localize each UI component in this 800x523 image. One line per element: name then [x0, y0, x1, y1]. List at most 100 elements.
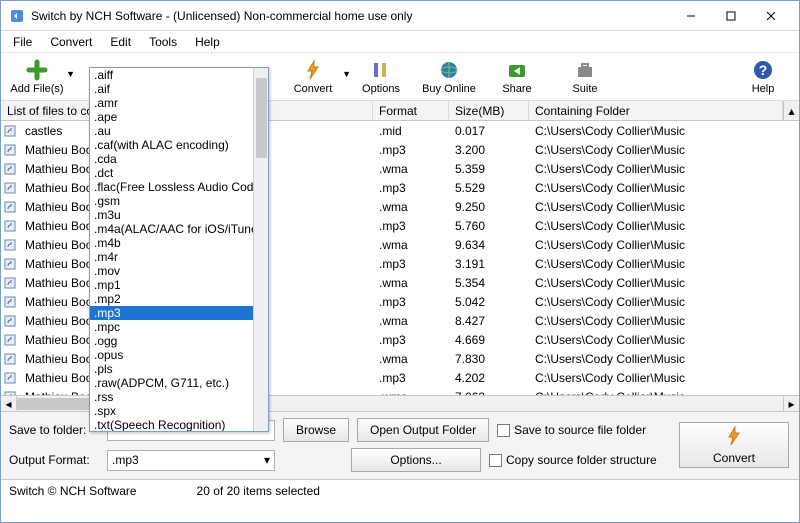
open-output-button[interactable]: Open Output Folder: [357, 418, 489, 442]
cell-format: .mid: [373, 124, 449, 138]
add-files-button[interactable]: Add File(s) ▼: [7, 55, 67, 99]
maximize-button[interactable]: [711, 2, 751, 30]
minimize-button[interactable]: [671, 2, 711, 30]
format-option[interactable]: .mp1: [90, 278, 268, 292]
menu-tools[interactable]: Tools: [141, 33, 185, 51]
output-format-select[interactable]: .mp3 ▾: [107, 450, 275, 471]
cell-folder: C:\Users\Cody Collier\Music: [529, 333, 799, 347]
format-option[interactable]: .caf(with ALAC encoding): [90, 138, 268, 152]
plus-icon: [26, 58, 48, 82]
format-option[interactable]: .mp2: [90, 292, 268, 306]
audio-file-icon: [1, 201, 19, 213]
status-bar: Switch © NCH Software 20 of 20 items sel…: [1, 479, 799, 501]
scroll-thumb[interactable]: [256, 78, 267, 158]
suite-button[interactable]: Suite: [555, 55, 615, 99]
cell-format: .mp3: [373, 257, 449, 271]
audio-file-icon: [1, 296, 19, 308]
cell-size: 8.427: [449, 314, 529, 328]
close-button[interactable]: [751, 2, 791, 30]
save-source-checkbox[interactable]: Save to source file folder: [497, 423, 646, 437]
scroll-up-button[interactable]: ▴: [783, 101, 799, 120]
format-option[interactable]: .ape: [90, 110, 268, 124]
encoder-options-button[interactable]: Options...: [351, 448, 481, 472]
format-option[interactable]: .amr: [90, 96, 268, 110]
convert-button[interactable]: Convert ▼: [283, 55, 343, 99]
cell-format: .wma: [373, 238, 449, 252]
cell-size: 5.760: [449, 219, 529, 233]
menu-help[interactable]: Help: [187, 33, 228, 51]
titlebar: Switch by NCH Software - (Unlicensed) No…: [1, 1, 799, 31]
dropdown-arrow-icon[interactable]: ▼: [66, 69, 75, 79]
cell-size: 5.042: [449, 295, 529, 309]
column-size[interactable]: Size(MB): [449, 101, 529, 120]
menu-convert[interactable]: Convert: [42, 33, 100, 51]
format-option[interactable]: .txt(Speech Recognition): [90, 418, 268, 432]
format-option[interactable]: .rss: [90, 390, 268, 404]
cell-format: .wma: [373, 314, 449, 328]
options-button[interactable]: Options: [351, 55, 411, 99]
cell-size: 9.250: [449, 200, 529, 214]
status-selection: 20 of 20 items selected: [197, 484, 320, 498]
format-option[interactable]: .spx: [90, 404, 268, 418]
dropdown-scrollbar[interactable]: [253, 68, 268, 431]
lightning-icon: [302, 58, 324, 82]
format-option[interactable]: .raw(ADPCM, G711, etc.): [90, 376, 268, 390]
menu-file[interactable]: File: [5, 33, 40, 51]
convert-main-button[interactable]: Convert: [679, 422, 789, 468]
browse-button[interactable]: Browse: [283, 418, 349, 442]
cell-folder: C:\Users\Cody Collier\Music: [529, 257, 799, 271]
format-option[interactable]: .dct: [90, 166, 268, 180]
cell-format: .mp3: [373, 295, 449, 309]
cell-size: 3.191: [449, 257, 529, 271]
help-icon: ?: [752, 58, 774, 82]
audio-file-icon: [1, 220, 19, 232]
scroll-left-icon[interactable]: ◂: [1, 396, 17, 411]
format-option[interactable]: .m4b: [90, 236, 268, 250]
format-option[interactable]: .mp3: [90, 306, 268, 320]
format-option[interactable]: .m3u: [90, 208, 268, 222]
cell-size: 3.200: [449, 143, 529, 157]
cell-folder: C:\Users\Cody Collier\Music: [529, 162, 799, 176]
audio-file-icon: [1, 182, 19, 194]
cell-format: .wma: [373, 276, 449, 290]
help-button[interactable]: ? Help: [733, 55, 793, 99]
audio-file-icon: [1, 334, 19, 346]
dropdown-arrow-icon[interactable]: ▼: [342, 69, 351, 79]
buy-online-button[interactable]: Buy Online: [419, 55, 479, 99]
cell-folder: C:\Users\Cody Collier\Music: [529, 238, 799, 252]
cell-format: .mp3: [373, 181, 449, 195]
format-option[interactable]: .mov: [90, 264, 268, 278]
format-option[interactable]: .au: [90, 124, 268, 138]
copy-structure-checkbox[interactable]: Copy source folder structure: [489, 453, 657, 467]
format-option[interactable]: .gsm: [90, 194, 268, 208]
format-option[interactable]: .cda: [90, 152, 268, 166]
audio-file-icon: [1, 353, 19, 365]
format-option[interactable]: .m4r: [90, 250, 268, 264]
cell-folder: C:\Users\Cody Collier\Music: [529, 181, 799, 195]
format-option[interactable]: .m4a(ALAC/AAC for iOS/iTunes): [90, 222, 268, 236]
column-format[interactable]: Format: [373, 101, 449, 120]
cell-size: 5.529: [449, 181, 529, 195]
cell-size: 4.202: [449, 371, 529, 385]
chevron-down-icon: ▾: [264, 453, 270, 467]
format-option[interactable]: .pls: [90, 362, 268, 376]
column-folder[interactable]: Containing Folder: [529, 101, 783, 120]
cell-size: 0.017: [449, 124, 529, 138]
cell-folder: C:\Users\Cody Collier\Music: [529, 352, 799, 366]
globe-icon: [438, 58, 460, 82]
output-format-label: Output Format:: [9, 453, 99, 467]
scroll-right-icon[interactable]: ▸: [783, 396, 799, 411]
format-option[interactable]: .ogg: [90, 334, 268, 348]
lightning-icon: [724, 426, 744, 449]
audio-file-icon: [1, 277, 19, 289]
audio-file-icon: [1, 144, 19, 156]
format-option[interactable]: .aiff: [90, 68, 268, 82]
format-option[interactable]: .opus: [90, 348, 268, 362]
format-dropdown[interactable]: .aiff.aif.amr.ape.au.caf(with ALAC encod…: [89, 67, 269, 432]
format-option[interactable]: .aif: [90, 82, 268, 96]
menu-edit[interactable]: Edit: [102, 33, 139, 51]
format-option[interactable]: .flac(Free Lossless Audio Codec): [90, 180, 268, 194]
cell-size: 4.669: [449, 333, 529, 347]
share-button[interactable]: Share: [487, 55, 547, 99]
format-option[interactable]: .mpc: [90, 320, 268, 334]
